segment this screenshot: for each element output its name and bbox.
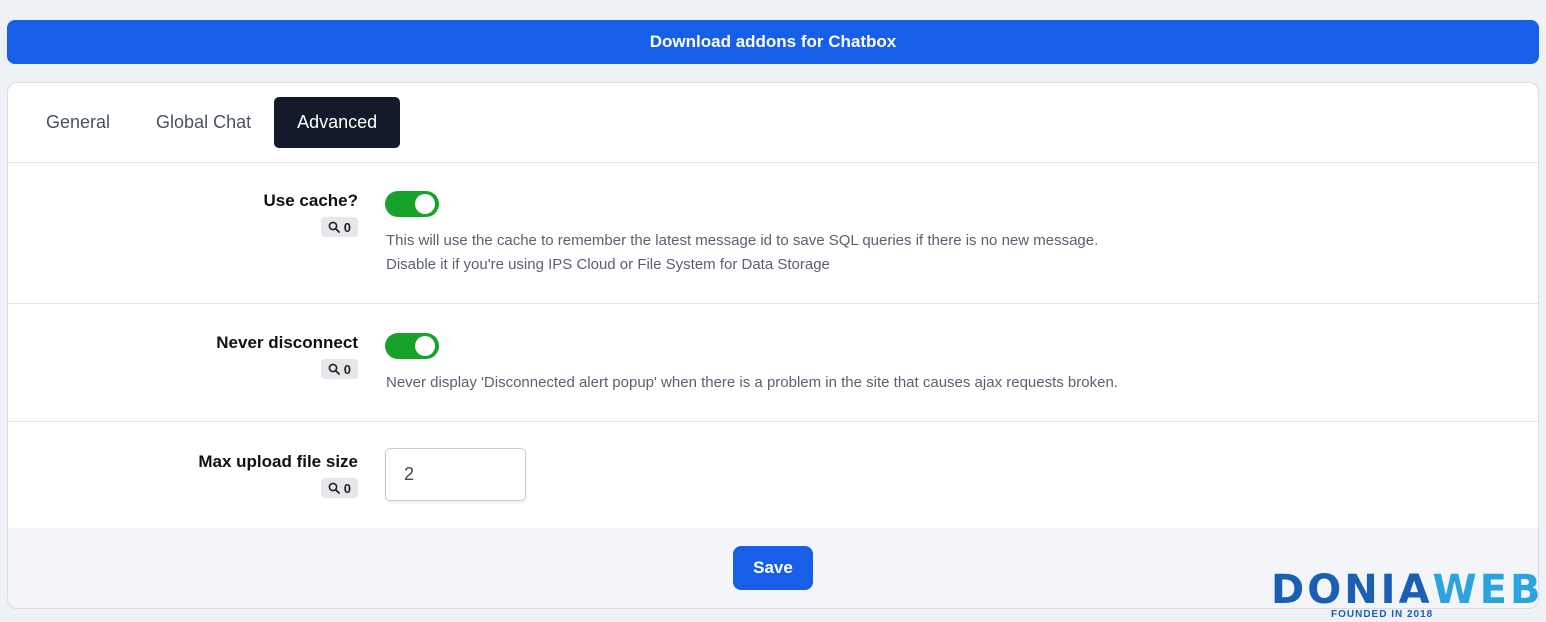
tab-general[interactable]: General xyxy=(23,97,133,148)
search-icon xyxy=(328,482,340,494)
toggle-knob xyxy=(415,194,435,214)
logo-word-part1: DONIA xyxy=(1271,567,1433,613)
search-icon xyxy=(328,221,340,233)
setting-description: This will use the cache to remember the … xyxy=(386,229,1098,277)
setting-label-group: Max upload file size 0 xyxy=(198,452,358,498)
settings-panel: General Global Chat Advanced Use cache? … xyxy=(7,82,1539,609)
use-cache-toggle[interactable] xyxy=(385,191,439,217)
setting-label-group: Use cache? 0 xyxy=(263,191,359,237)
setting-label: Use cache? xyxy=(263,191,359,210)
tab-bar: General Global Chat Advanced xyxy=(8,83,1538,163)
search-count: 0 xyxy=(343,219,351,235)
max-upload-size-input[interactable] xyxy=(385,448,526,501)
setting-row-max-upload: Max upload file size 0 xyxy=(8,422,1538,528)
never-disconnect-toggle[interactable] xyxy=(385,333,439,359)
setting-description: Never display 'Disconnected alert popup'… xyxy=(386,374,1118,391)
search-icon xyxy=(328,363,340,375)
setting-row-use-cache: Use cache? 0 This will use the cache to … xyxy=(8,163,1538,304)
setting-label: Never disconnect xyxy=(216,333,358,352)
search-count: 0 xyxy=(343,480,351,496)
setting-label: Max upload file size xyxy=(198,452,358,471)
search-count: 0 xyxy=(343,361,351,377)
setting-label-group: Never disconnect 0 xyxy=(216,333,358,379)
search-count-badge[interactable]: 0 xyxy=(320,359,358,379)
tab-global-chat[interactable]: Global Chat xyxy=(133,97,274,148)
search-count-badge[interactable]: 0 xyxy=(320,217,358,237)
tab-advanced[interactable]: Advanced xyxy=(274,97,401,148)
save-button[interactable]: Save xyxy=(733,546,813,590)
logo-word-part2: WEB xyxy=(1432,567,1544,613)
logo-wordmark: DONIA WEB xyxy=(1271,570,1541,610)
doniaweb-logo: DONIA WEB FOUNDED IN 2018 xyxy=(1271,570,1541,620)
setting-row-never-disconnect: Never disconnect 0 Never display 'Discon… xyxy=(8,304,1538,422)
search-count-badge[interactable]: 0 xyxy=(320,478,358,498)
logo-tagline: FOUNDED IN 2018 xyxy=(1331,609,1434,620)
toggle-knob xyxy=(415,336,435,356)
download-addons-button[interactable]: Download addons for Chatbox xyxy=(7,20,1539,64)
description-line: This will use the cache to remember the … xyxy=(386,232,1099,249)
description-line: Disable it if you're using IPS Cloud or … xyxy=(386,256,830,273)
